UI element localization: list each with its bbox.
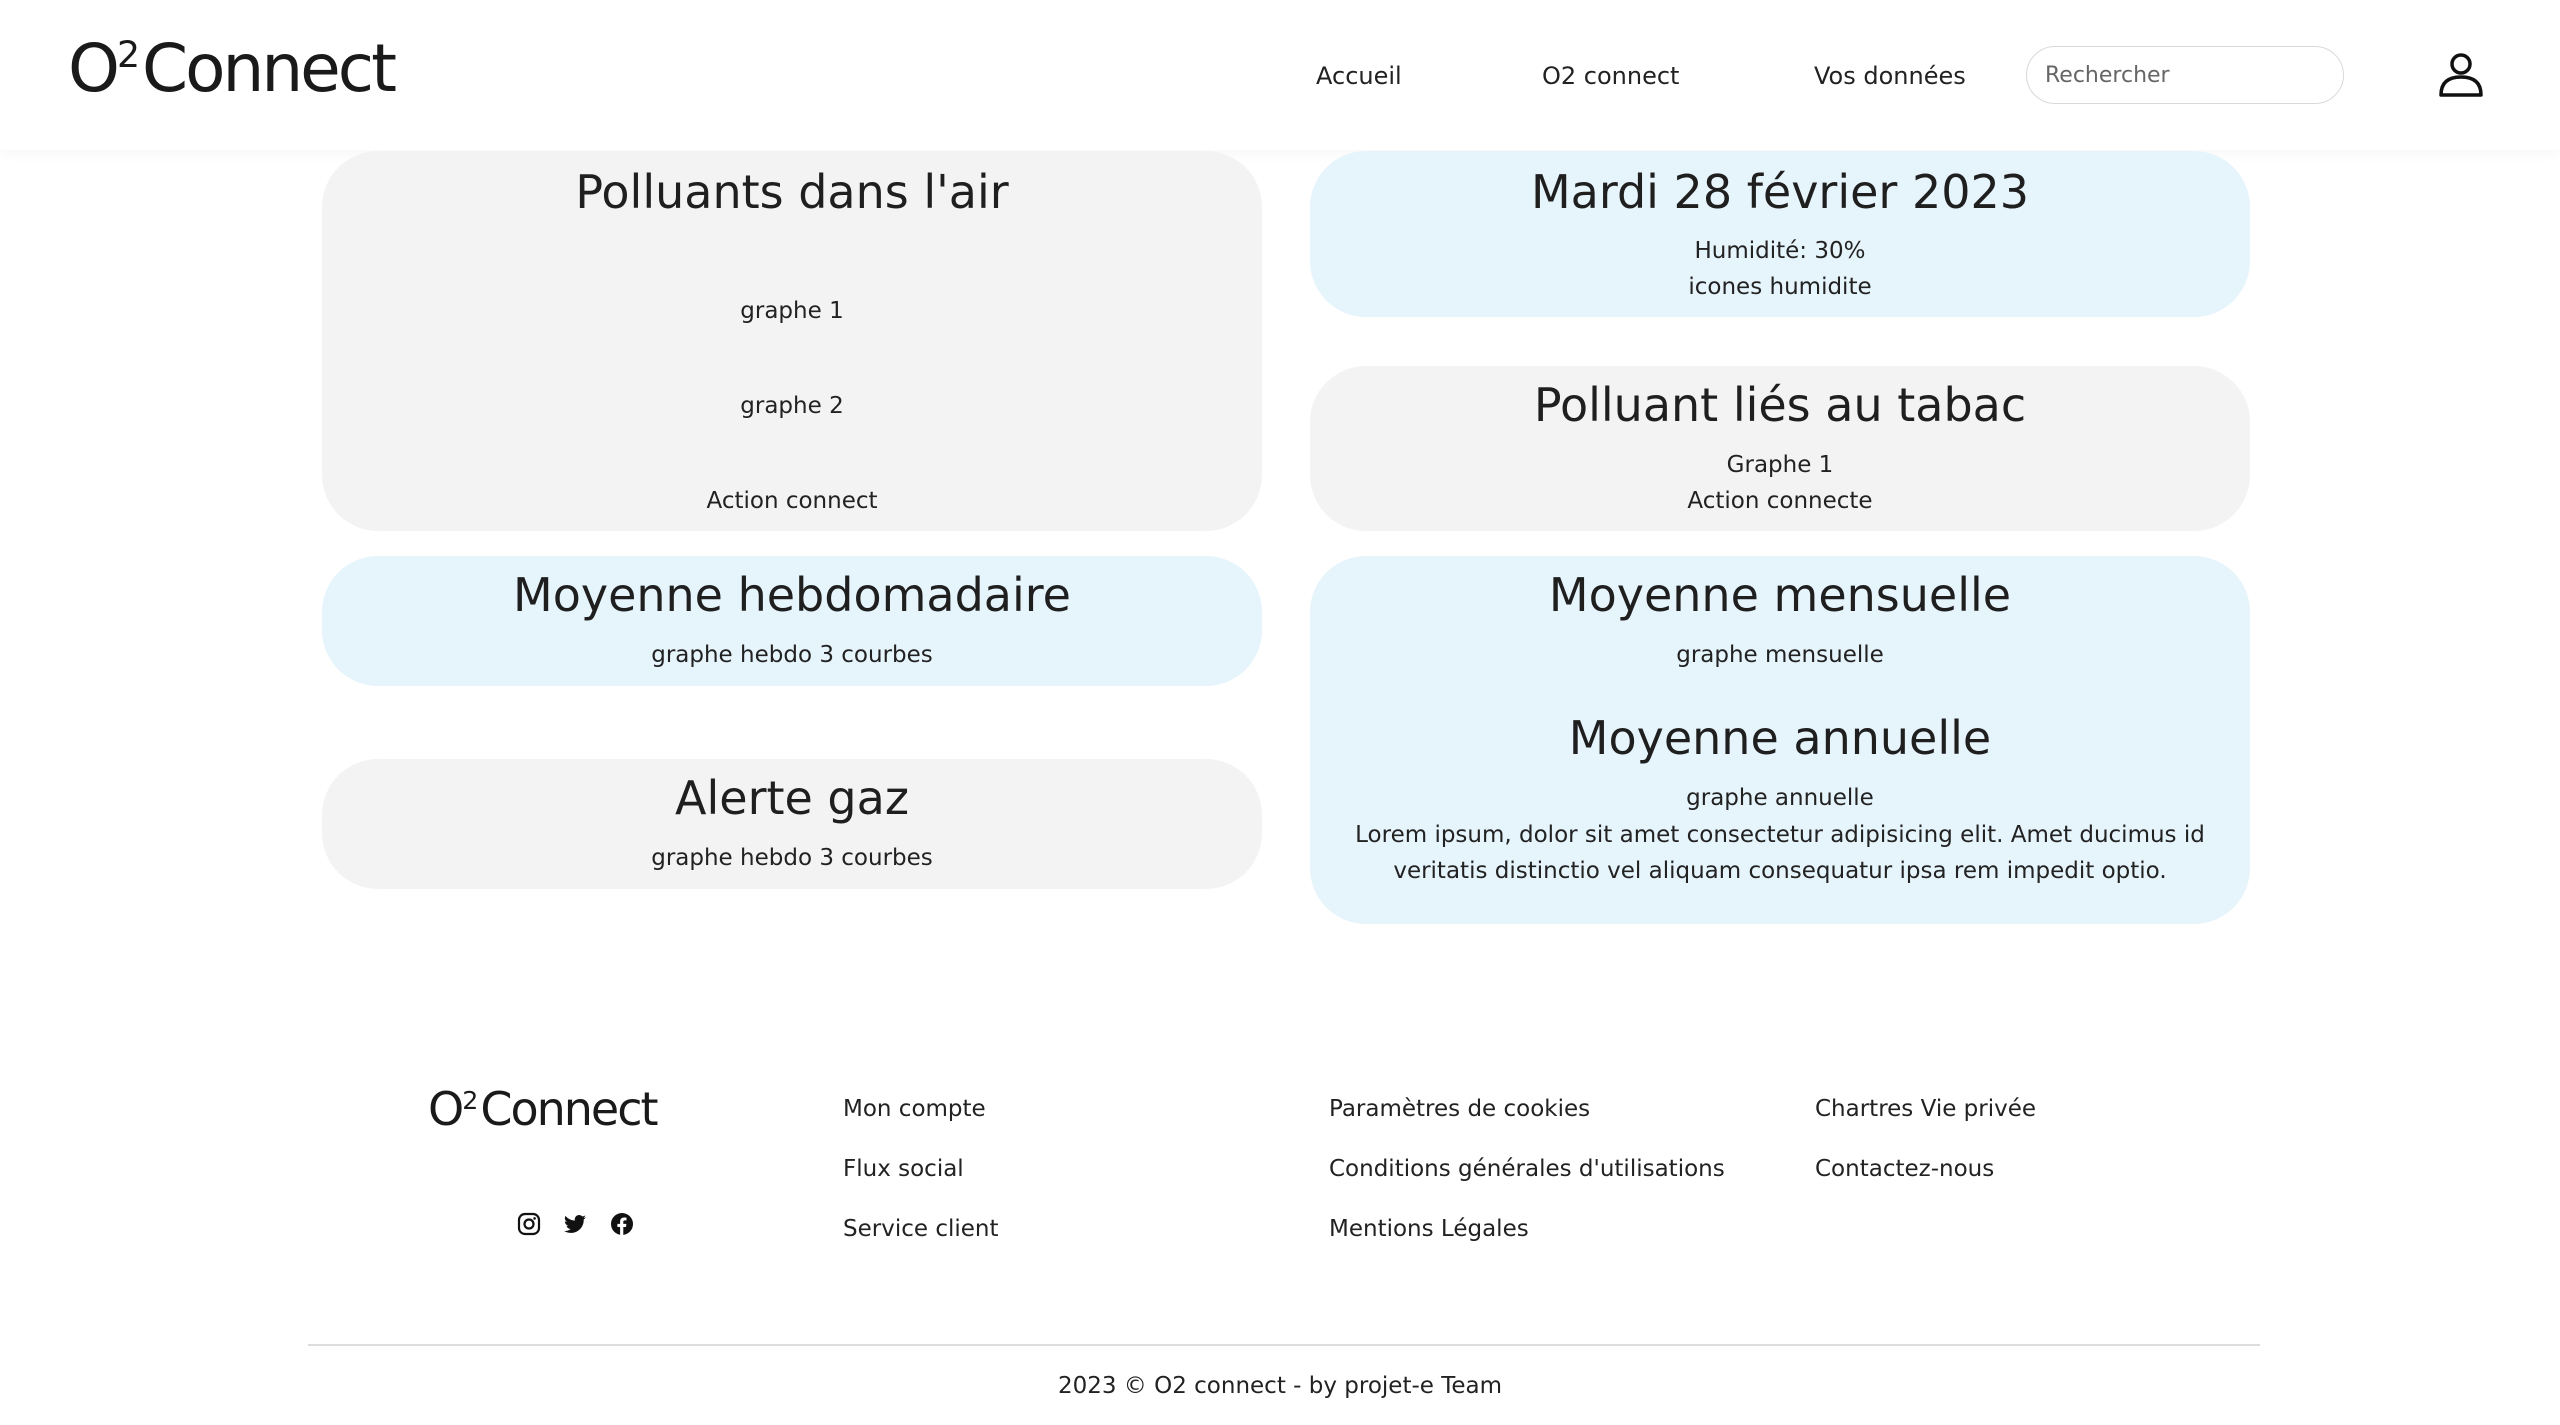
graph-placeholder: Graphe 1 [1726, 452, 1834, 478]
nav-accueil[interactable]: Accueil [1316, 62, 1402, 90]
footer-link-mon-compte[interactable]: Mon compte [843, 1096, 986, 1122]
card-title: Alerte gaz [675, 771, 909, 825]
copyright-text: 2023 © O2 connect - by projet-e Team [1057, 1373, 1503, 1399]
card-title: Moyenne mensuelle [1548, 568, 2012, 622]
graph-placeholder: graphe 2 [740, 393, 844, 419]
logo-prefix: O [68, 30, 120, 107]
facebook-icon[interactable] [609, 1211, 635, 1237]
card-date-humidite: Mardi 28 février 2023 Humidité: 30% icon… [1310, 151, 2250, 317]
footer-link-service-client[interactable]: Service client [843, 1216, 999, 1242]
card-polluants-air: Polluants dans l'air graphe 1 graphe 2 A… [322, 151, 1262, 531]
card-alerte-gaz: Alerte gaz graphe hebdo 3 courbes [322, 759, 1262, 889]
card-title: Polluants dans l'air [575, 165, 1009, 219]
logo-suffix: Connect [142, 30, 397, 107]
card-moyenne-hebdomadaire: Moyenne hebdomadaire graphe hebdo 3 cour… [322, 556, 1262, 686]
logo-superscript: 2 [462, 1085, 479, 1115]
footer-link-cgu[interactable]: Conditions générales d'utilisations [1329, 1156, 1725, 1182]
humidity-icons-placeholder: icones humidite [1688, 274, 1872, 300]
footer-link-vie-privee[interactable]: Chartres Vie privée [1815, 1096, 2036, 1122]
card-polluant-tabac: Polluant liés au tabac Graphe 1 Action c… [1310, 366, 2250, 531]
card-title: Moyenne hebdomadaire [513, 568, 1071, 622]
humidity-value: Humidité: 30% [1694, 238, 1866, 264]
graph-placeholder: graphe annuelle [1686, 785, 1874, 811]
card-subtitle: Moyenne annuelle [1568, 711, 1992, 765]
logo-superscript: 2 [116, 33, 141, 77]
footer-link-mentions-legales[interactable]: Mentions Légales [1329, 1216, 1529, 1242]
card-moyenne-mensuelle-annuelle: Moyenne mensuelle graphe mensuelle Moyen… [1310, 556, 2250, 924]
footer-divider [308, 1344, 2260, 1346]
graph-placeholder: graphe mensuelle [1676, 642, 1884, 668]
footer-link-contact[interactable]: Contactez-nous [1815, 1156, 1994, 1182]
site-header: O2Connect Accueil O2 connect Vos données [0, 0, 2560, 150]
card-description: Lorem ipsum, dolor sit amet consectetur … [1355, 822, 2205, 884]
brand-logo[interactable]: O2Connect [68, 30, 397, 107]
graph-placeholder: graphe 1 [740, 298, 844, 324]
nav-o2-connect[interactable]: O2 connect [1542, 62, 1679, 90]
search-input[interactable] [2026, 46, 2344, 104]
graph-placeholder: graphe hebdo 3 courbes [651, 642, 933, 668]
user-account-icon[interactable] [2436, 50, 2486, 100]
logo-suffix: Connect [480, 1082, 658, 1136]
twitter-icon[interactable] [562, 1211, 588, 1237]
footer-link-flux-social[interactable]: Flux social [843, 1156, 964, 1182]
footer-link-cookies[interactable]: Paramètres de cookies [1329, 1096, 1590, 1122]
card-title: Polluant liés au tabac [1533, 378, 2027, 432]
instagram-icon[interactable] [516, 1211, 542, 1237]
action-text: Action connecte [1687, 488, 1873, 514]
nav-vos-donnees[interactable]: Vos données [1814, 62, 1966, 90]
action-text: Action connect [706, 488, 878, 514]
graph-placeholder: graphe hebdo 3 courbes [651, 845, 933, 871]
footer-logo[interactable]: O2Connect [428, 1082, 659, 1136]
card-title: Mardi 28 février 2023 [1530, 165, 2030, 219]
logo-prefix: O [428, 1082, 464, 1136]
